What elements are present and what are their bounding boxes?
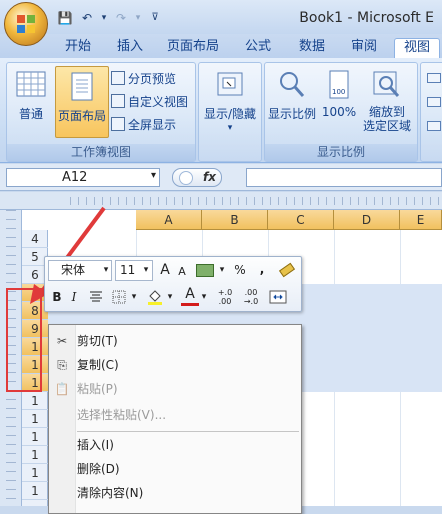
menu-separator [77, 431, 299, 432]
bold-button[interactable]: B [49, 287, 65, 307]
menu-item-label: 粘贴(P) [77, 382, 118, 396]
menu-item-label: 清除内容(N) [77, 486, 144, 500]
comma-style-icon[interactable]: , [255, 259, 269, 279]
menu-item-copy[interactable]: ⎘ 复制(C) [49, 353, 301, 377]
italic-button[interactable]: I [67, 287, 81, 307]
menu-item-cut[interactable]: ✂ 剪切(T) [49, 329, 301, 353]
shrink-font-icon[interactable]: A [175, 262, 189, 282]
menu-item-delete[interactable]: 删除(D) [49, 457, 301, 481]
borders-icon[interactable] [109, 287, 129, 307]
copy-icon: ⎘ [57, 358, 67, 372]
menu-item-label: 选择性粘贴(V)... [77, 408, 167, 422]
menu-item-paste: 📋 粘贴(P) [49, 377, 301, 401]
percent-style-icon[interactable]: % [231, 260, 249, 280]
format-painter-icon[interactable] [277, 260, 297, 280]
font-color-icon[interactable]: A [181, 285, 199, 306]
menu-item-paste-special: 选择性粘贴(V)... [49, 403, 301, 427]
accounting-dropdown-icon[interactable]: ▾ [217, 260, 227, 280]
office-button[interactable] [4, 2, 48, 46]
grow-font-icon[interactable]: A [157, 260, 173, 280]
increase-decimal-icon[interactable]: +.0 .00 [213, 287, 237, 308]
borders-dropdown-icon[interactable]: ▾ [129, 287, 139, 307]
decrease-decimal-icon[interactable]: .00 →.0 [239, 287, 263, 308]
context-menu: ✂ 剪切(T) ⎘ 复制(C) 📋 粘贴(P) 选择性粘贴(V)... 插入(I… [48, 324, 302, 514]
center-align-icon[interactable] [87, 287, 105, 307]
font-color-dropdown-icon[interactable]: ▾ [199, 287, 209, 307]
fill-color-icon[interactable] [145, 287, 165, 307]
menu-item-clear-contents[interactable]: 清除内容(N) [49, 481, 301, 505]
font-name-dropdown-icon[interactable]: ▾ [101, 260, 111, 280]
merge-center-icon[interactable] [267, 287, 289, 307]
office-logo-icon [17, 15, 35, 33]
scissors-icon: ✂ [56, 334, 68, 348]
mini-toolbar: 宋体 ▾ 11 ▾ A A ▾ % , B I ▾ ▾ A ▾ +.0 .00 … [44, 256, 302, 312]
fill-color-dropdown-icon[interactable]: ▾ [165, 287, 175, 307]
menu-item-insert[interactable]: 插入(I) [49, 433, 301, 457]
menu-item-label: 删除(D) [77, 462, 120, 476]
menu-item-label: 剪切(T) [77, 334, 118, 348]
menu-item-label: 复制(C) [77, 358, 119, 372]
font-size-dropdown-icon[interactable]: ▾ [141, 260, 151, 280]
menu-item-label: 插入(I) [77, 438, 114, 452]
accounting-format-icon[interactable] [193, 260, 217, 280]
paste-icon: 📋 [54, 382, 70, 396]
